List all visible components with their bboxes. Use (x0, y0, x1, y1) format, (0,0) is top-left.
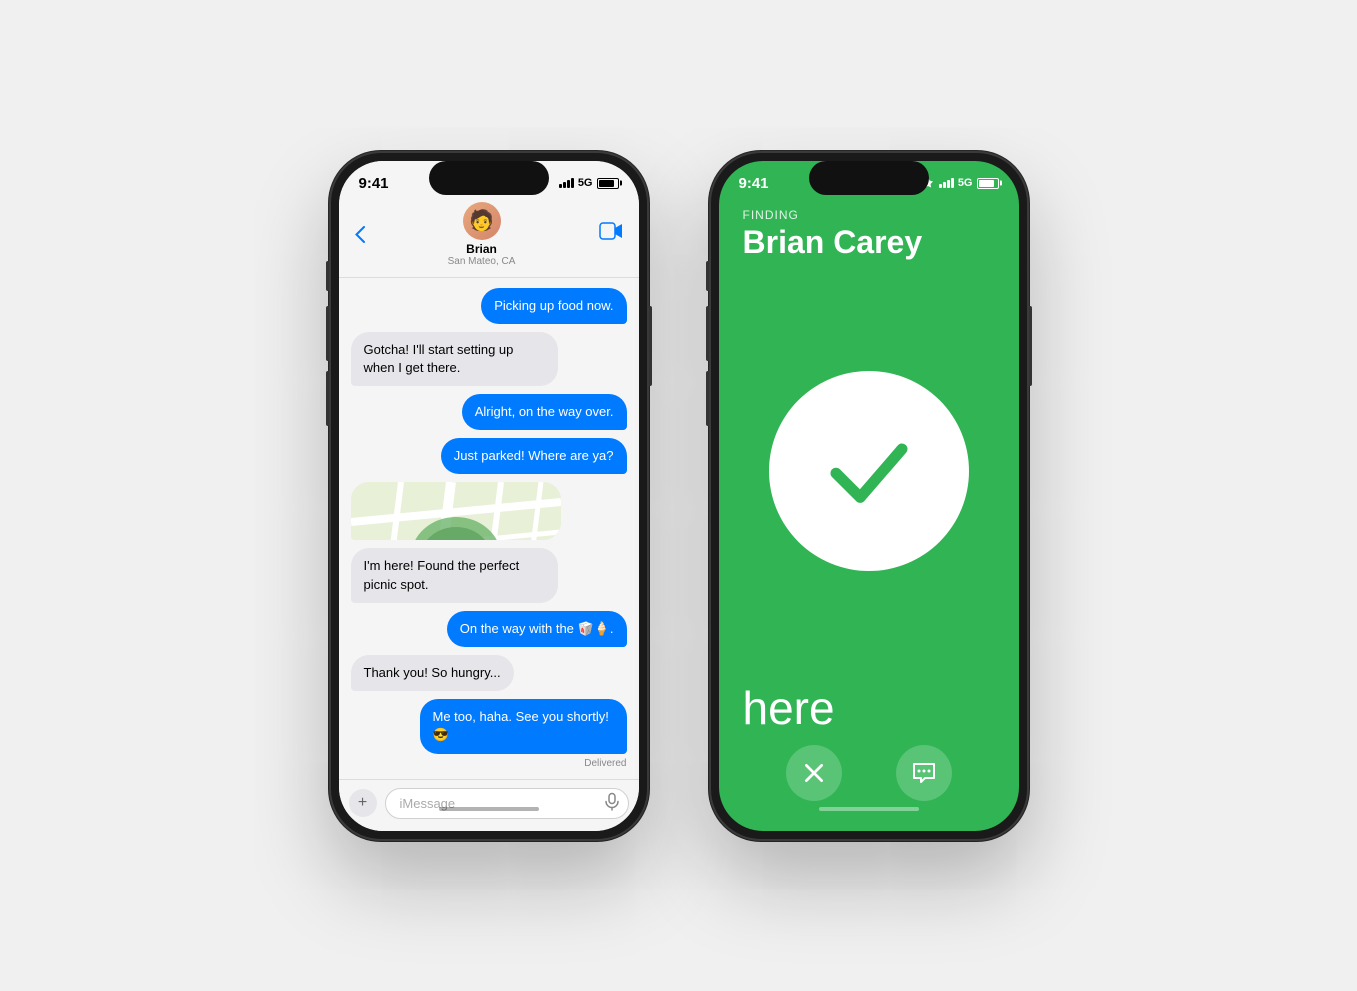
add-attachment-button[interactable]: + (349, 789, 377, 817)
map-image: Central Park and Japanese Garden 🧑 (351, 482, 561, 540)
home-indicator-findmy (819, 807, 919, 811)
battery-icon (597, 178, 619, 189)
battery-fill-findmy (979, 180, 994, 187)
status-bar-messages: 9:41 5G (339, 161, 639, 198)
message-bubble: I'm here! Found the perfect picnic spot. (351, 548, 558, 602)
finding-label: FINDING (743, 208, 995, 222)
map-bubble[interactable]: Central Park and Japanese Garden 🧑 (351, 482, 561, 540)
found-contact-name: Brian Carey (743, 224, 995, 261)
message-bubble: Thank you! So hungry... (351, 655, 514, 691)
signal-bars-white (939, 178, 954, 188)
checkmark-area (719, 261, 1019, 681)
messages-phone: 9:41 5G (329, 151, 649, 841)
signal-bars (559, 178, 574, 188)
message-bubble: Me too, haha. See you shortly! 😎 (420, 699, 627, 753)
status-icons-findmy: 5G (921, 176, 999, 190)
contact-name-messages: Brian (466, 242, 497, 256)
message-bubble: Just parked! Where are ya? (441, 438, 627, 474)
message-bubble: On the way with the 🥡🍦. (447, 611, 627, 647)
status-icons-messages: 5G (559, 177, 619, 189)
findmy-header: FINDING Brian Carey (719, 198, 1019, 261)
message-bubble: Gotcha! I'll start setting up when I get… (351, 332, 558, 386)
battery-icon-findmy (977, 178, 999, 189)
home-indicator (439, 807, 539, 811)
status-time-findmy: 9:41 (739, 175, 769, 192)
status-bar-findmy: 9:41 5G (719, 161, 1019, 198)
messages-screen: 9:41 5G (339, 161, 639, 831)
contact-info: 🧑 Brian San Mateo, CA (448, 202, 516, 267)
delivered-status: Delivered (584, 758, 626, 769)
findmy-screen: 9:41 5G (719, 161, 1019, 831)
message-button[interactable] (896, 745, 952, 801)
network-type-findmy: 5G (958, 177, 973, 189)
messages-header: 🧑 Brian San Mateo, CA (339, 198, 639, 278)
findmy-status-word: here (719, 681, 1019, 745)
battery-fill (599, 180, 614, 187)
message-input-wrapper: iMessage (385, 788, 629, 819)
messages-body: Picking up food now. Gotcha! I'll start … (339, 278, 639, 779)
message-bubble: Alright, on the way over. (462, 394, 627, 430)
checkmark-circle (769, 371, 969, 571)
findmy-phone: 9:41 5G (709, 151, 1029, 841)
message-bubble: Picking up food now. (481, 288, 626, 324)
dismiss-button[interactable] (786, 745, 842, 801)
scene: 9:41 5G (289, 111, 1069, 881)
contact-location: San Mateo, CA (448, 256, 516, 267)
findmy-actions (719, 745, 1019, 831)
message-input[interactable]: iMessage (385, 788, 629, 819)
back-button[interactable] (355, 226, 365, 243)
contact-avatar[interactable]: 🧑 (463, 202, 501, 240)
microphone-icon[interactable] (605, 793, 619, 814)
video-call-button[interactable] (599, 222, 623, 246)
status-time-messages: 9:41 (359, 175, 389, 192)
network-type: 5G (578, 177, 593, 189)
messages-input-bar: + iMessage (339, 779, 639, 831)
